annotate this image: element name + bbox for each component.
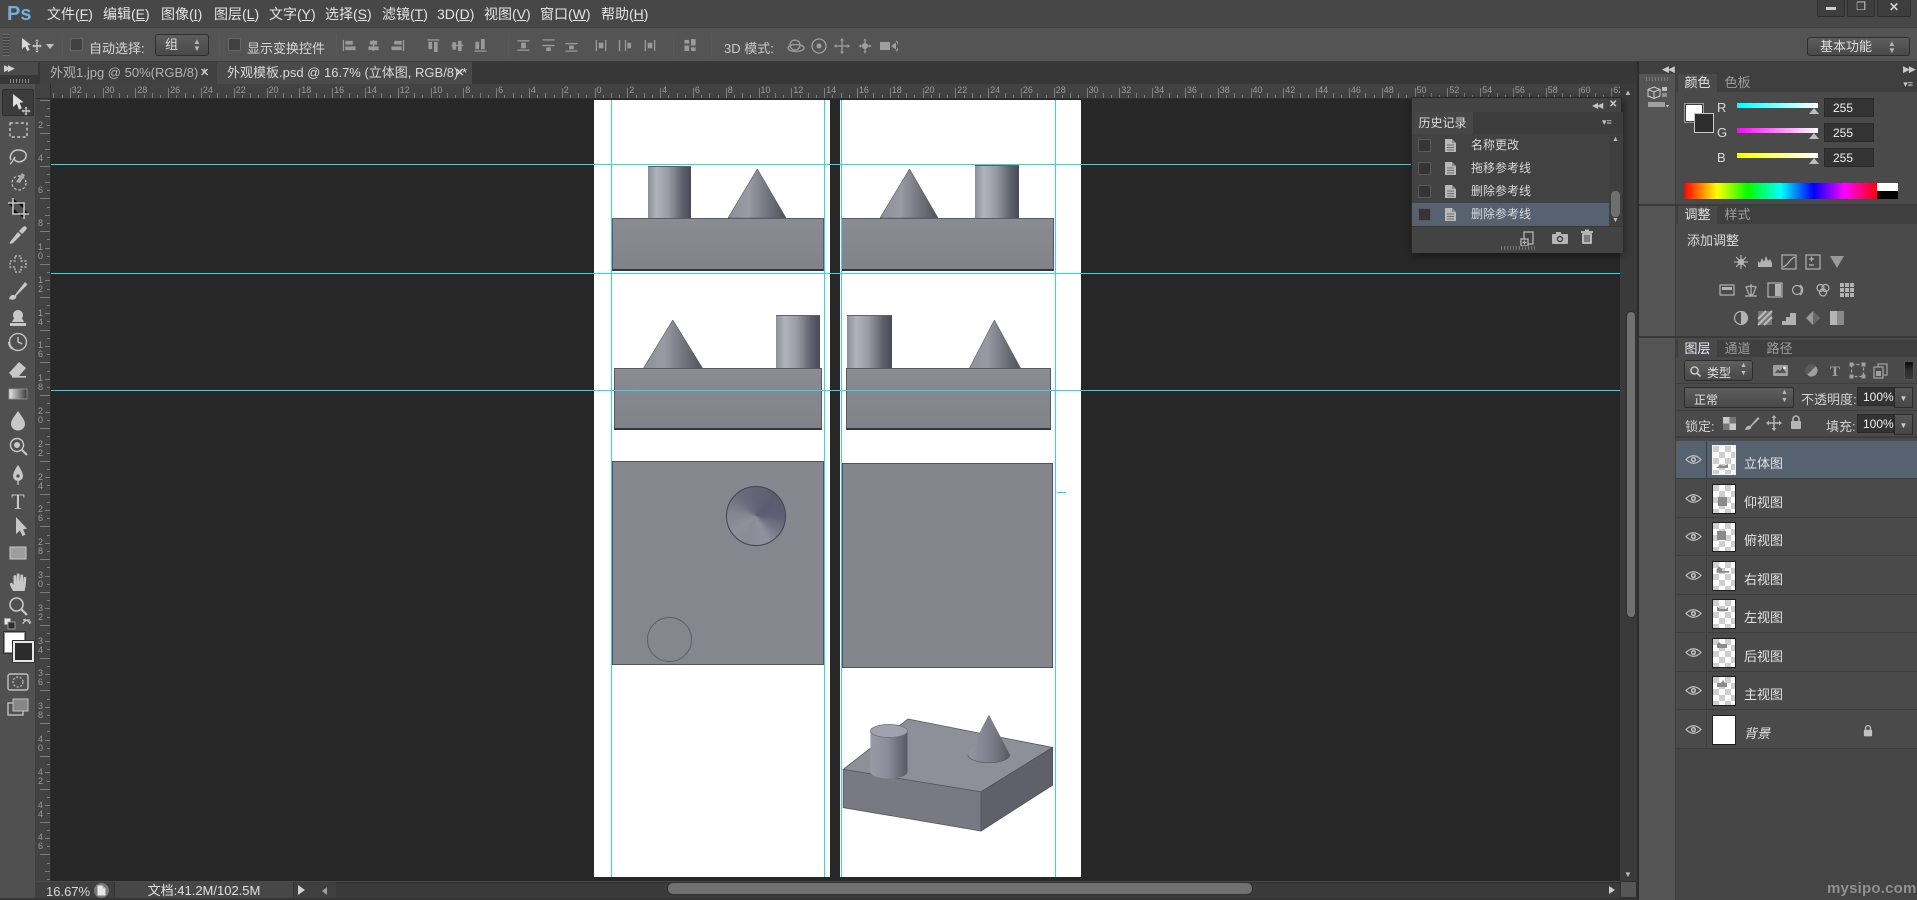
- svg-text:T: T: [1830, 364, 1840, 379]
- svg-text:T: T: [11, 489, 25, 513]
